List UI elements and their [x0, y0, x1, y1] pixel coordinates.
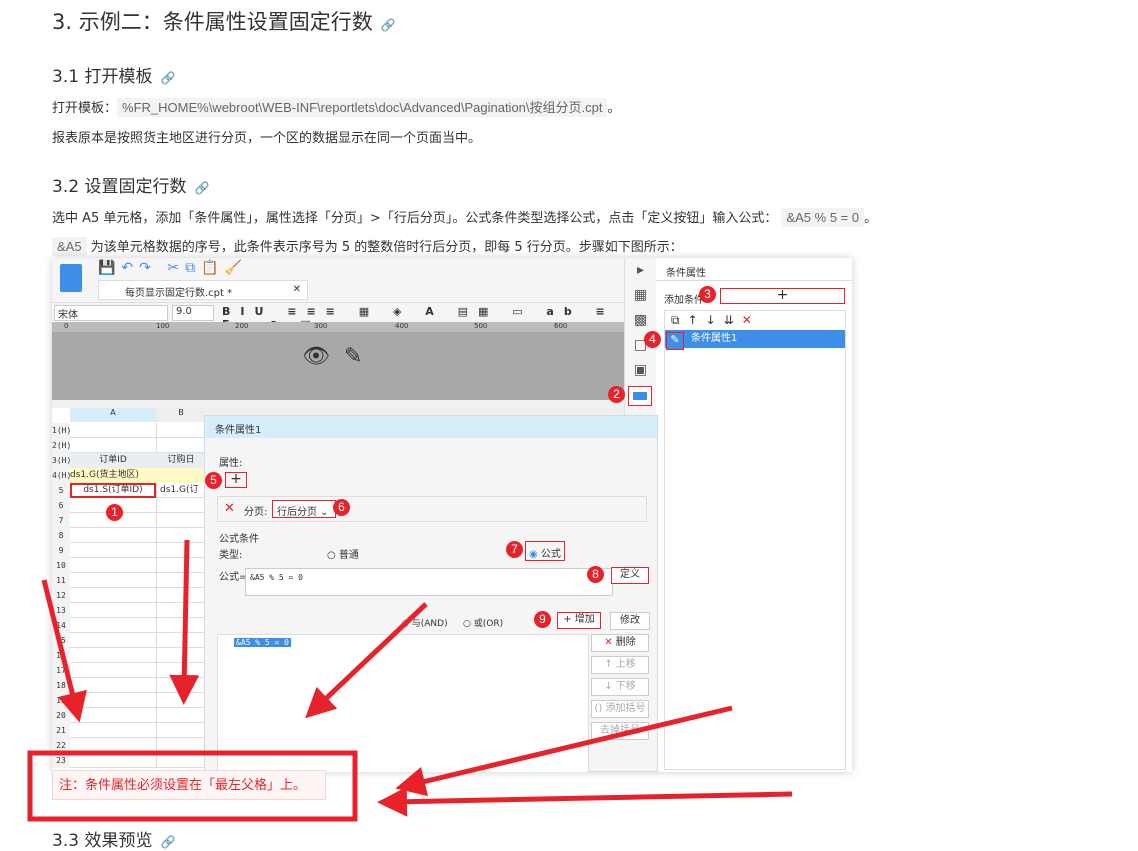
arrow	[377, 786, 793, 817]
arrow	[169, 539, 200, 705]
arrow	[395, 705, 733, 797]
annotation-arrows	[27, 539, 793, 822]
arrow	[305, 602, 428, 719]
note-highlight	[27, 750, 358, 822]
arrow	[41, 579, 87, 723]
